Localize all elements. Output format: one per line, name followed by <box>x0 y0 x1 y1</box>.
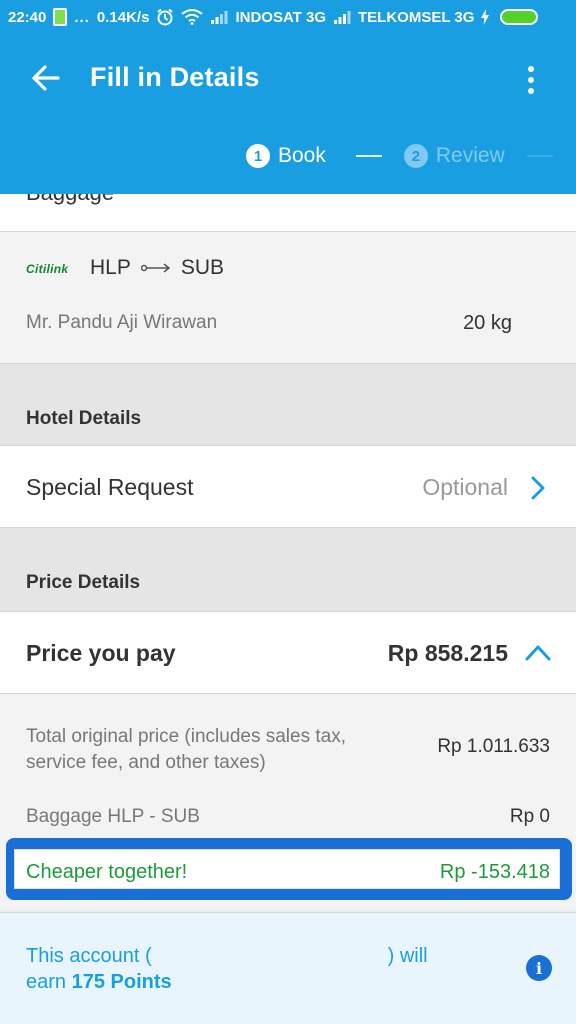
discount-amount: Rp -153.418 <box>439 861 550 883</box>
special-request-row[interactable]: Special Request Optional <box>0 446 576 528</box>
network-speed: 0.14K/s <box>96 8 150 26</box>
baggage-price-label: Baggage HLP - SUB <box>26 806 200 827</box>
step-1-label: Book <box>278 144 326 167</box>
wifi-icon <box>181 9 204 25</box>
info-icon[interactable]: i <box>526 955 552 981</box>
hotel-section-title: Hotel Details <box>26 408 142 429</box>
baggage-section-header: Baggage <box>0 194 576 232</box>
chevron-up-icon <box>525 645 551 661</box>
carrier-1: INDOSAT 3G <box>235 8 327 26</box>
price-pay-label: Price you pay <box>26 640 176 666</box>
step-connector <box>355 155 382 157</box>
baggage-price-amount: Rp 0 <box>509 806 550 827</box>
step-indicator: 1 Book 2 Review <box>246 144 553 168</box>
route-arrow-icon <box>140 263 171 273</box>
back-button[interactable] <box>24 58 68 98</box>
page-title: Fill in Details <box>90 62 260 92</box>
special-request-label: Special Request <box>26 474 194 500</box>
status-time: 22:40 <box>8 8 47 26</box>
price-section-title: Price Details <box>26 572 141 593</box>
charging-icon <box>481 9 490 25</box>
points-amount: 175 Points <box>71 971 172 993</box>
airline-logo: Citilink <box>26 262 69 276</box>
status-dots: ... <box>74 8 90 26</box>
price-summary-row[interactable]: Price you pay Rp 858.215 <box>0 612 576 694</box>
more-vert-icon <box>528 66 534 72</box>
arrow-left-icon <box>32 65 60 91</box>
battery-icon <box>500 9 539 25</box>
baggage-card: Citilink HLP SUB Mr. Pandu Aji Wirawan 2… <box>0 232 576 364</box>
special-request-value: Optional <box>422 474 508 500</box>
signal-icon <box>333 10 351 24</box>
carrier-2: TELKOMSEL 3G <box>358 8 475 26</box>
points-earn: earn <box>26 971 67 993</box>
points-suffix: ) will <box>387 945 428 967</box>
step-connector <box>526 155 553 157</box>
alarm-icon <box>156 8 174 26</box>
points-message: This account ( ) will earn 175 Points <box>26 943 428 995</box>
step-2: 2 Review <box>403 144 553 168</box>
flight-route: HLP SUB <box>90 256 224 280</box>
battery-saver-icon <box>53 8 68 26</box>
points-card: This account ( ) will earn 175 Points i <box>0 912 576 1024</box>
step-2-number: 2 <box>403 144 428 168</box>
price-section-header: Price Details <box>0 528 576 612</box>
page: 22:40 ... 0.14K/s INDOSAT 3G TELKOMSEL 3… <box>0 0 576 1024</box>
signal-icon <box>210 10 228 24</box>
status-bar: 22:40 ... 0.14K/s INDOSAT 3G TELKOMSEL 3… <box>0 0 576 34</box>
baggage-weight: 20 kg <box>463 312 512 334</box>
step-2-label: Review <box>435 144 505 167</box>
route-destination: SUB <box>180 256 225 279</box>
content-scroll[interactable]: Baggage Citilink HLP SUB Mr. Pandu Aji W… <box>0 194 576 1024</box>
hotel-section-header: Hotel Details <box>0 364 576 446</box>
step-1-number: 1 <box>246 144 270 168</box>
more-options-button[interactable] <box>516 60 546 100</box>
original-price-label: Total original price (includes sales tax… <box>26 726 346 773</box>
discount-label: Cheaper together! <box>26 861 188 883</box>
passenger-name: Mr. Pandu Aji Wirawan <box>26 312 218 333</box>
route-origin: HLP <box>90 256 131 279</box>
price-pay-amount: Rp 858.215 <box>387 640 508 666</box>
original-price-amount: Rp 1.011.633 <box>437 736 550 757</box>
app-bar: Fill in Details 1 Book 2 Review <box>0 34 576 194</box>
points-prefix: This account ( <box>26 945 152 967</box>
chevron-right-icon <box>531 476 545 500</box>
baggage-section-title: Baggage <box>26 194 114 206</box>
